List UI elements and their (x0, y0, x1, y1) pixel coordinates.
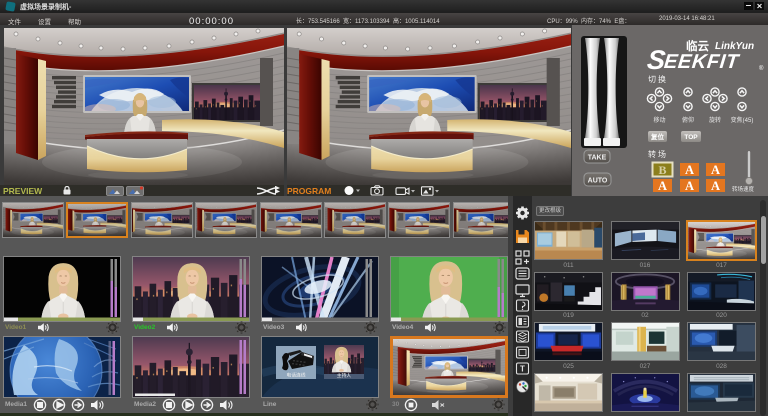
svg-text:EEKFIT: EEKFIT (663, 51, 741, 73)
svg-text:A: A (685, 179, 694, 193)
svg-text:TOP: TOP (684, 134, 698, 141)
svg-text:AUTO: AUTO (588, 178, 608, 185)
svg-text:A: A (685, 163, 694, 177)
svg-text:变焦(45): 变焦(45) (731, 116, 754, 124)
svg-text:TAKE: TAKE (588, 155, 607, 162)
svg-text:A: A (658, 179, 667, 193)
svg-text:移动: 移动 (653, 116, 665, 124)
svg-text:A: A (711, 179, 720, 193)
svg-text:主持人: 主持人 (337, 372, 352, 379)
svg-text:电话连线: 电话连线 (286, 372, 305, 379)
svg-text:T: T (520, 365, 525, 374)
svg-text:俯仰: 俯仰 (682, 116, 694, 124)
svg-text:A: A (711, 163, 720, 177)
svg-text:转场: 转场 (648, 149, 668, 159)
svg-text:复位: 复位 (650, 132, 665, 141)
svg-text:切换: 切换 (648, 74, 668, 84)
svg-text:B: B (658, 163, 666, 177)
svg-text:®: ® (759, 65, 764, 72)
svg-text:旋转: 旋转 (709, 116, 721, 124)
svg-text:转场速度: 转场速度 (732, 185, 755, 193)
